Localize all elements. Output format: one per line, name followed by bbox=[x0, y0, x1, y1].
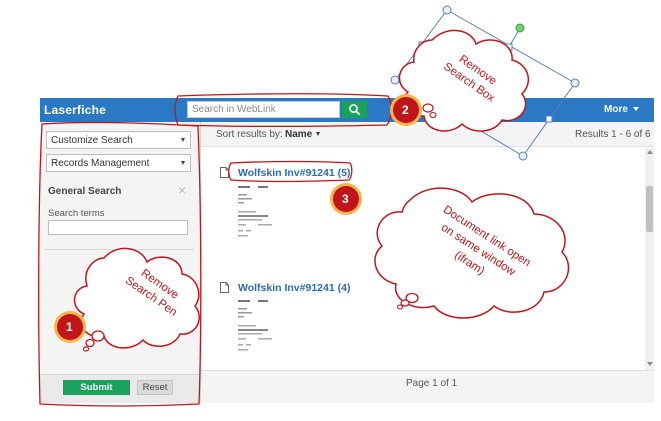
badge-1-number: 1 bbox=[66, 320, 73, 334]
outline-search-box bbox=[174, 93, 392, 128]
badge-3-number: 3 bbox=[342, 192, 349, 206]
outline-document-link bbox=[228, 160, 353, 183]
badge-2-number: 2 bbox=[402, 103, 409, 117]
annotation-overlay bbox=[38, 5, 580, 407]
